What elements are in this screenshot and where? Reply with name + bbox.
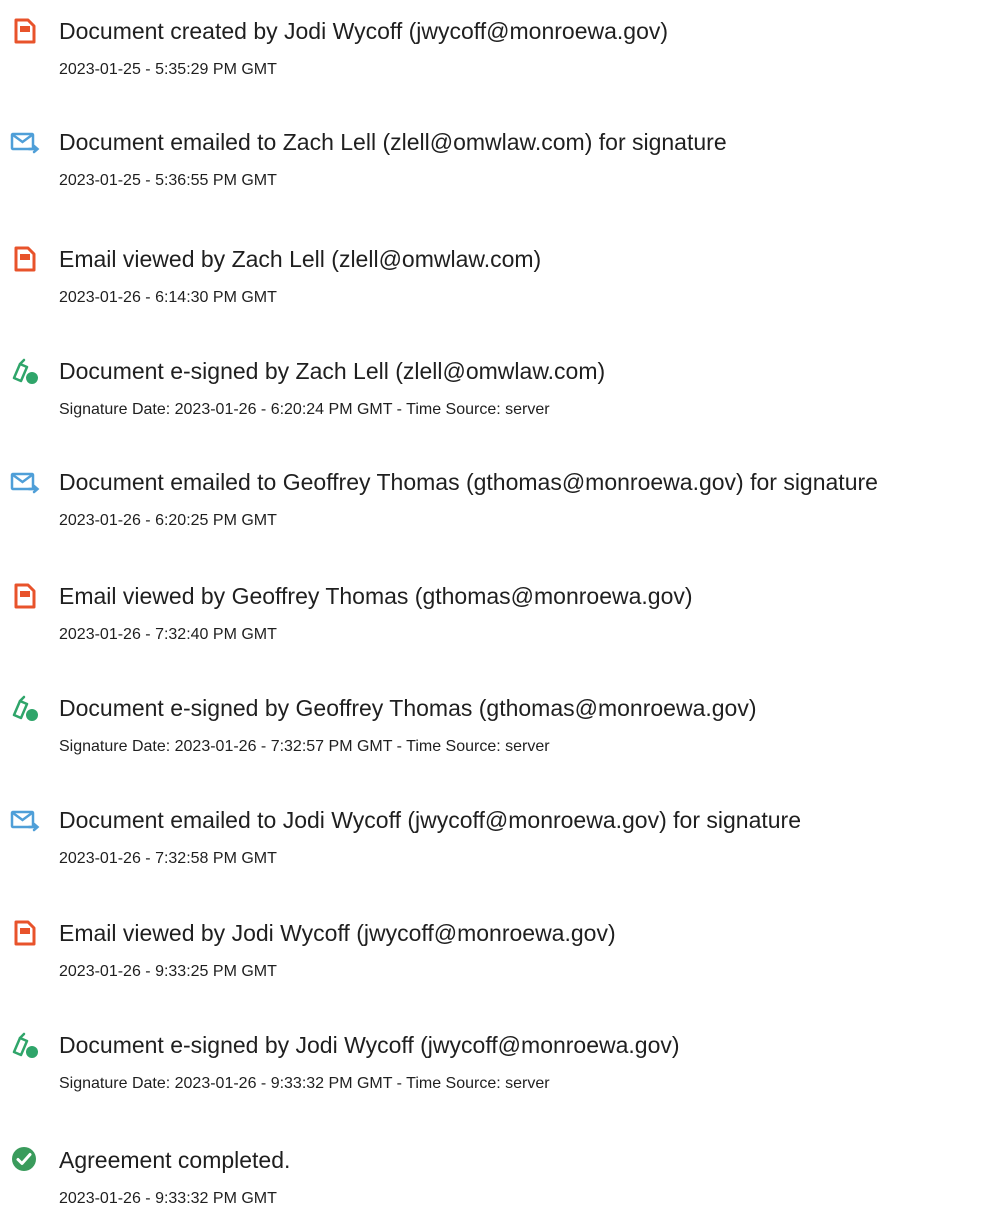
event-timestamp: 2023-01-26 - 9:33:25 PM GMT [59, 963, 277, 980]
list-item: Email viewed by Jodi Wycoff (jwycoff@mon… [0, 918, 1008, 998]
esign-pen-icon [10, 1030, 40, 1060]
event-title: Document emailed to Geoffrey Thomas (gth… [59, 469, 878, 495]
check-circle-icon [10, 1145, 40, 1175]
document-icon [10, 918, 40, 948]
list-item: Document emailed to Geoffrey Thomas (gth… [0, 467, 1008, 547]
list-item: Document e-signed by Jodi Wycoff (jwycof… [0, 1030, 1008, 1110]
esign-pen-icon [10, 356, 40, 386]
email-sent-icon [10, 805, 40, 835]
event-timestamp: Signature Date: 2023-01-26 - 9:33:32 PM … [59, 1075, 550, 1092]
event-title: Email viewed by Jodi Wycoff (jwycoff@mon… [59, 920, 616, 946]
event-timestamp: 2023-01-26 - 7:32:40 PM GMT [59, 626, 277, 643]
list-item: Document e-signed by Geoffrey Thomas (gt… [0, 693, 1008, 773]
event-title: Agreement completed. [59, 1147, 291, 1173]
list-item: Document emailed to Zach Lell (zlell@omw… [0, 127, 1008, 207]
event-timestamp: 2023-01-26 - 6:20:25 PM GMT [59, 512, 277, 529]
event-timestamp: 2023-01-25 - 5:36:55 PM GMT [59, 172, 277, 189]
list-item: Agreement completed. 2023-01-26 - 9:33:3… [0, 1145, 1008, 1225]
list-item: Document created by Jodi Wycoff (jwycoff… [0, 16, 1008, 96]
event-title: Document emailed to Zach Lell (zlell@omw… [59, 129, 727, 155]
event-title: Email viewed by Geoffrey Thomas (gthomas… [59, 583, 693, 609]
document-icon [10, 244, 40, 274]
event-timestamp: 2023-01-26 - 7:32:58 PM GMT [59, 850, 277, 867]
document-icon [10, 581, 40, 611]
list-item: Document e-signed by Zach Lell (zlell@om… [0, 356, 1008, 436]
esign-pen-icon [10, 693, 40, 723]
event-timestamp: Signature Date: 2023-01-26 - 7:32:57 PM … [59, 738, 550, 755]
list-item: Email viewed by Geoffrey Thomas (gthomas… [0, 581, 1008, 661]
event-title: Document e-signed by Zach Lell (zlell@om… [59, 358, 606, 384]
event-timestamp: 2023-01-25 - 5:35:29 PM GMT [59, 61, 277, 78]
event-timestamp: 2023-01-26 - 6:14:30 PM GMT [59, 289, 277, 306]
event-title: Email viewed by Zach Lell (zlell@omwlaw.… [59, 246, 542, 272]
event-title: Document created by Jodi Wycoff (jwycoff… [59, 18, 669, 44]
event-title: Document e-signed by Geoffrey Thomas (gt… [59, 695, 757, 721]
email-sent-icon [10, 127, 40, 157]
list-item: Email viewed by Zach Lell (zlell@omwlaw.… [0, 244, 1008, 324]
event-title: Document emailed to Jodi Wycoff (jwycoff… [59, 807, 801, 833]
event-timestamp: Signature Date: 2023-01-26 - 6:20:24 PM … [59, 401, 550, 418]
list-item: Document emailed to Jodi Wycoff (jwycoff… [0, 805, 1008, 885]
event-title: Document e-signed by Jodi Wycoff (jwycof… [59, 1032, 680, 1058]
email-sent-icon [10, 467, 40, 497]
event-timestamp: 2023-01-26 - 9:33:32 PM GMT [59, 1190, 277, 1207]
document-icon [10, 16, 40, 46]
